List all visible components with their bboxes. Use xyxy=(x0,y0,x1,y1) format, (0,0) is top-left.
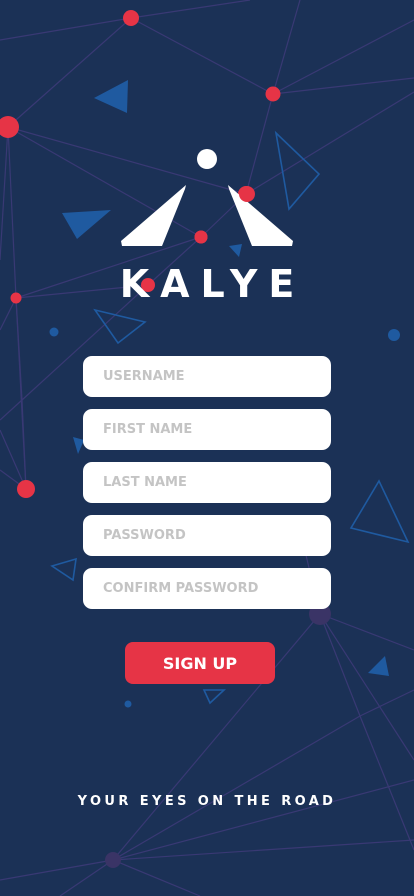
signup-screen: KALYE SIGN UP YOUR EYES ON THE ROAD xyxy=(0,0,414,896)
sign-up-button[interactable]: SIGN UP xyxy=(125,642,275,684)
signup-form xyxy=(83,356,331,621)
confirm-password-field[interactable] xyxy=(83,568,331,609)
tagline: YOUR EYES ON THE ROAD xyxy=(77,794,337,809)
password-field[interactable] xyxy=(83,515,331,556)
brand-name: KALYE xyxy=(119,262,306,306)
last-name-field[interactable] xyxy=(83,462,331,503)
first-name-field[interactable] xyxy=(83,409,331,450)
username-field[interactable] xyxy=(83,356,331,397)
